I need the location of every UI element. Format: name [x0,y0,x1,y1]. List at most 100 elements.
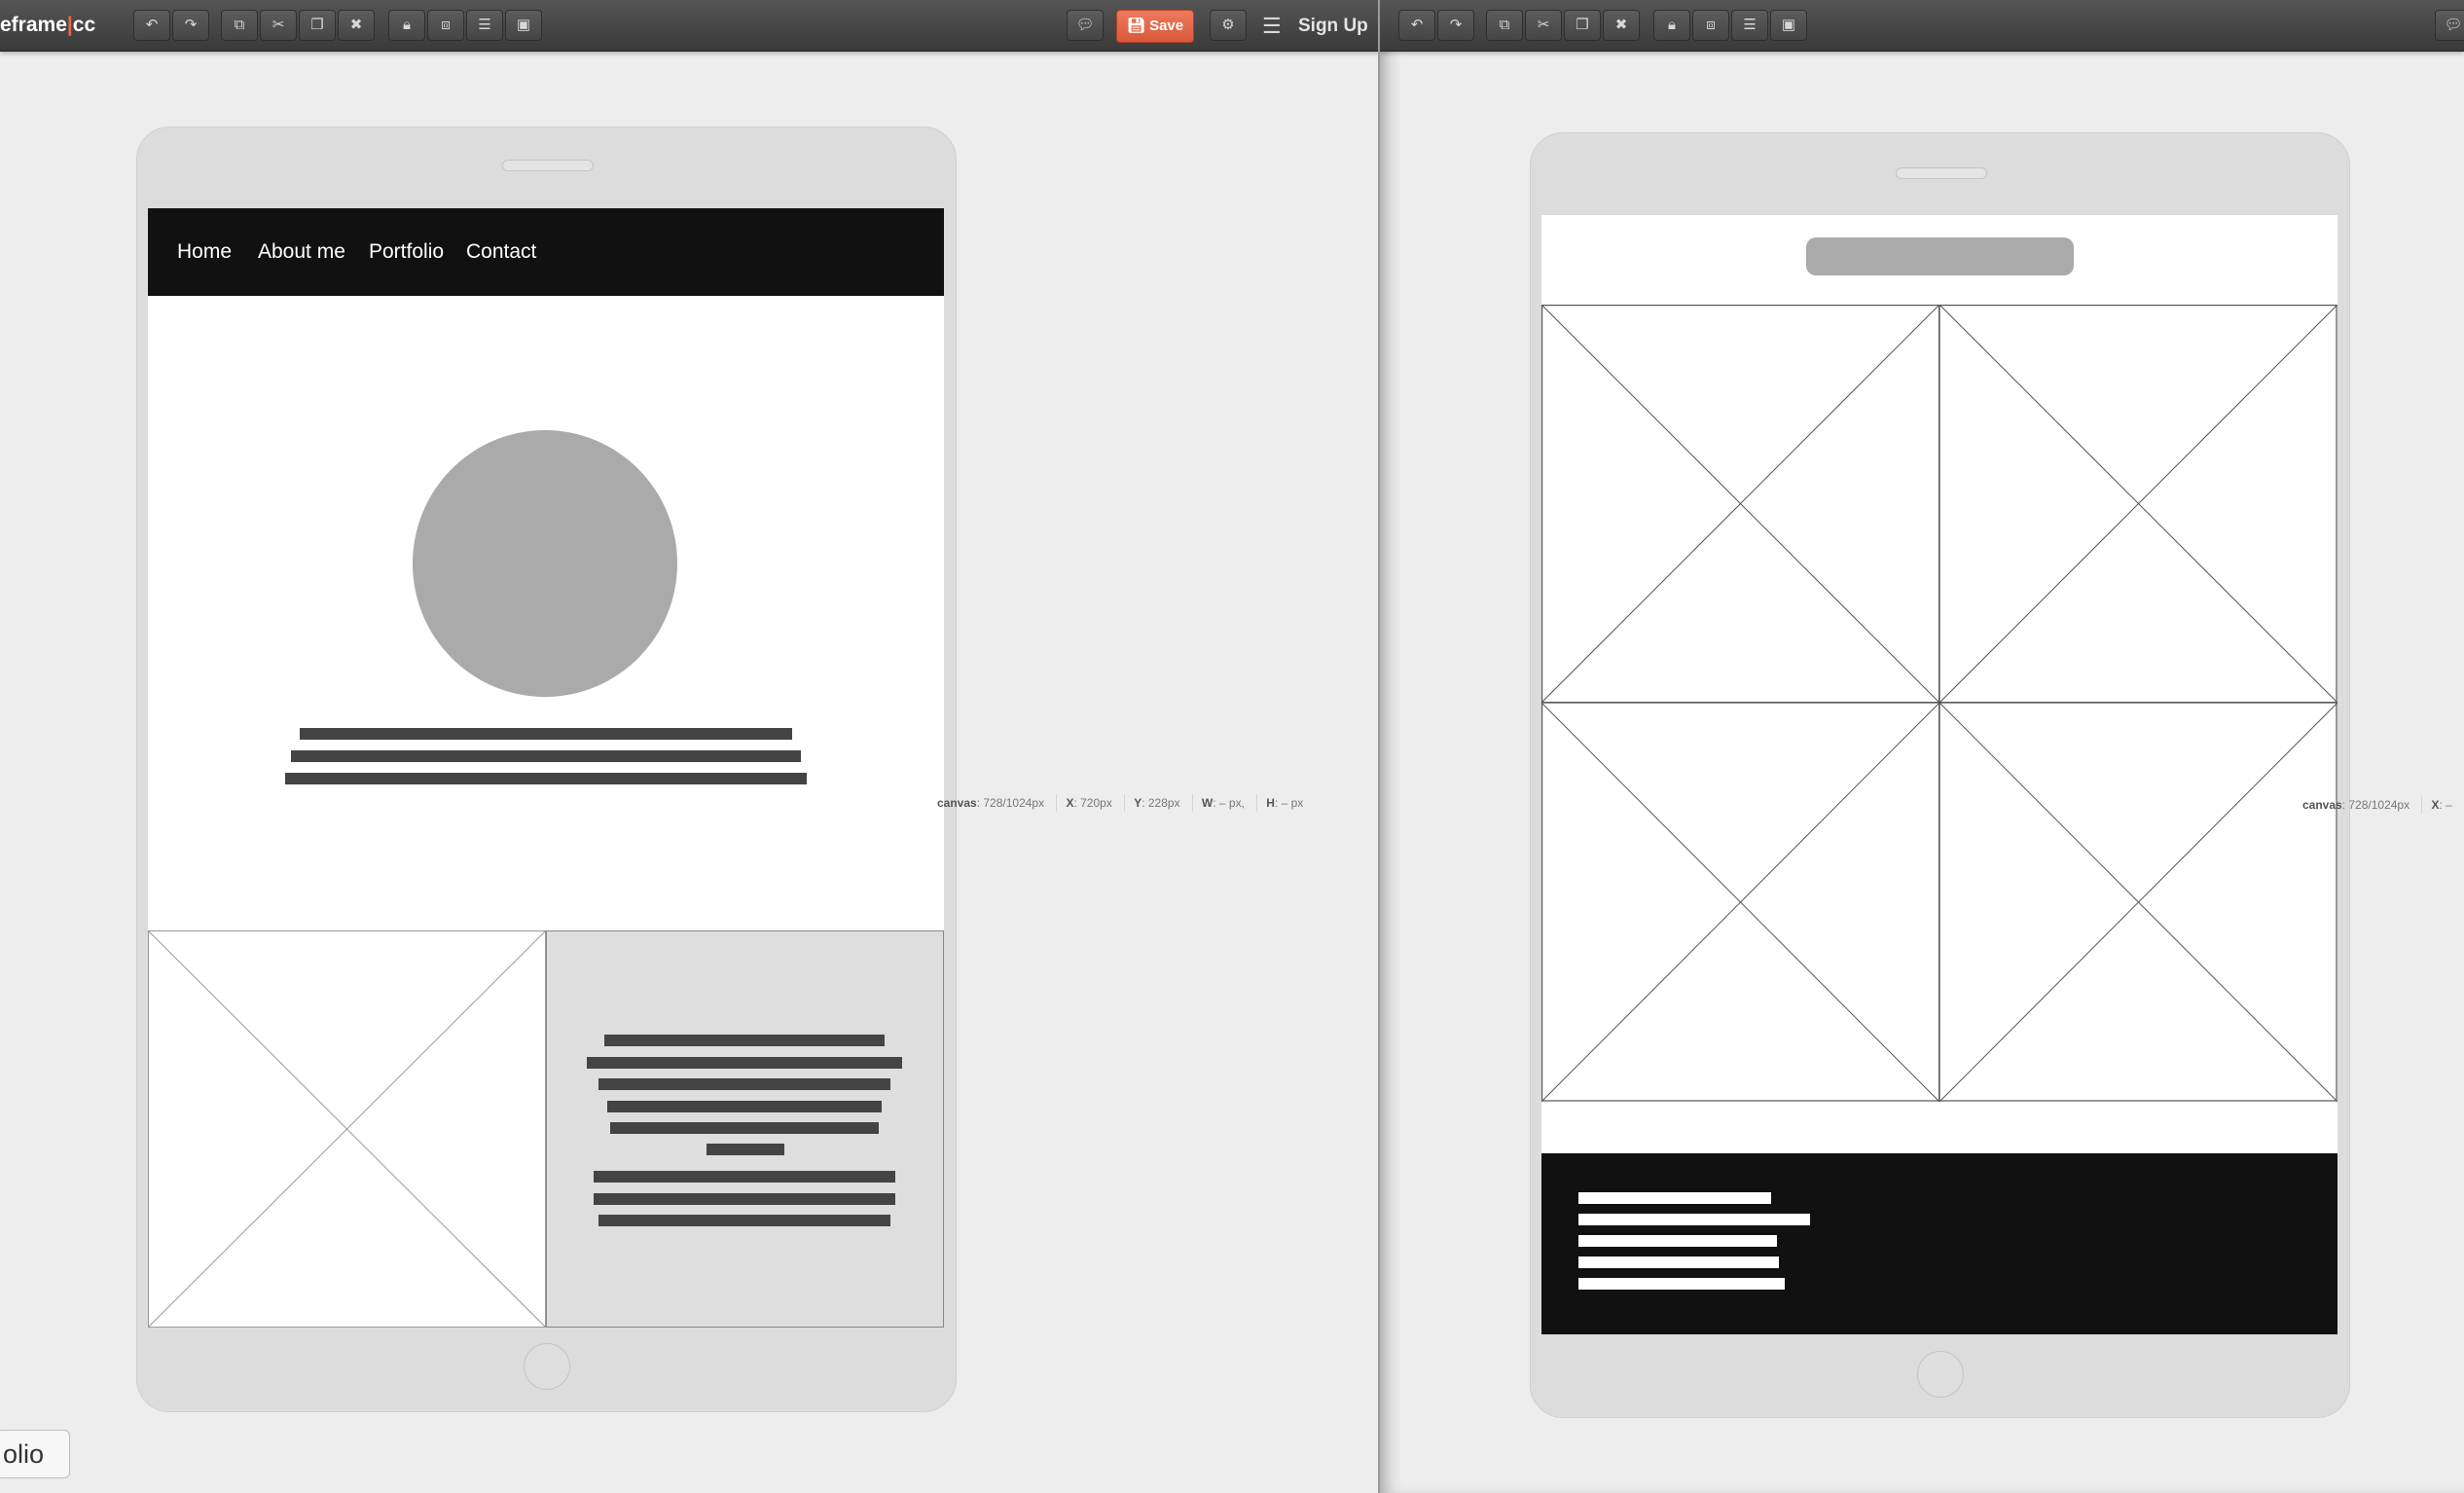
nav-link-portfolio[interactable]: Portfolio [369,240,444,264]
undo-button[interactable]: ↶ [1398,10,1435,41]
cut-button[interactable]: ✂ [1525,10,1562,41]
tablet-home-button [1917,1351,1964,1398]
group-button[interactable]: ▣ [1770,10,1807,41]
text-line-placeholder[interactable] [1578,1256,1779,1268]
text-line-placeholder[interactable] [1578,1192,1771,1204]
text-line-placeholder[interactable] [300,728,792,740]
paste-button[interactable]: ❐ [299,10,336,41]
text-line-placeholder[interactable] [1578,1278,1785,1290]
delete-icon: ✖ [349,17,363,33]
group-button[interactable]: ▣ [505,10,542,41]
header-placeholder[interactable] [1806,237,2074,275]
logo-text-suffix: cc [72,14,96,36]
comment-button[interactable]: 💬︎ [2435,10,2464,41]
text-line-placeholder[interactable] [598,1078,890,1090]
tablet-home-button [524,1343,570,1390]
canvas-status-bar: canvas: 728/1024px X: – [2294,796,2461,814]
text-line-placeholder[interactable] [1578,1214,1810,1225]
left-toolbar: eframe|cc ↶ ↷ ⧉ ✂ ❐ ✖ 🔒︎ ⧈ ☰ ▣ 💬︎ 💾︎ Sav… [0,0,1380,52]
avatar-placeholder[interactable] [413,430,677,697]
lock-icon: 🔒︎ [1668,17,1676,33]
save-button[interactable]: 💾︎ Save [1116,10,1194,43]
paste-button[interactable]: ❐ [1564,10,1601,41]
logo-text-prefix: eframe [0,14,67,36]
copy-icon: ⧉ [234,17,245,33]
image-placeholder[interactable] [148,930,546,1328]
lock-icon: 🔒︎ [403,17,411,33]
x-readout: X: – [2421,796,2460,814]
text-line-placeholder[interactable] [610,1122,879,1134]
undo-icon: ↶ [1410,17,1424,33]
nav-link-home[interactable]: Home [177,240,232,264]
save-icon: 💾︎ [1126,18,1150,34]
signup-link[interactable]: Sign Up [1298,16,1368,37]
lock-button[interactable]: 🔒︎ [1653,10,1690,41]
paste-icon: ❐ [1576,17,1589,33]
text-line-placeholder[interactable] [587,1057,902,1069]
x-readout: X: 720px [1056,794,1120,812]
navbar: Home About me Portfolio Contact [148,208,944,296]
text-line-placeholder[interactable] [594,1193,895,1205]
page-tab-portfolio[interactable]: olio [0,1430,70,1478]
arrange-button[interactable]: ⧈ [427,10,464,41]
height-readout: H: – px [1256,794,1312,812]
copy-button[interactable]: ⧉ [1486,10,1523,41]
width-readout: W: – px, [1191,794,1253,812]
tablet-speaker [1896,167,1987,179]
text-line-placeholder[interactable] [291,750,801,762]
align-button[interactable]: ☰ [466,10,503,41]
cut-icon: ✂ [1537,17,1550,33]
y-readout: Y: 228px [1124,794,1188,812]
undo-icon: ↶ [145,17,159,33]
tablet-screen: Home About me Portfolio Contact [148,208,944,1328]
redo-icon: ↷ [1449,17,1463,33]
cut-button[interactable]: ✂ [260,10,297,41]
tablet-frame [1530,132,2350,1418]
settings-icon: ⚙ [1221,17,1235,33]
redo-button[interactable]: ↷ [172,10,209,41]
align-button[interactable]: ☰ [1731,10,1768,41]
group-icon: ▣ [1781,17,1796,33]
text-line-placeholder[interactable] [607,1101,882,1112]
text-line-placeholder[interactable] [598,1215,890,1226]
tablet-screen [1541,215,2337,1334]
right-editor-pane: ↶ ↷ ⧉ ✂ ❐ ✖ 🔒︎ ⧈ ☰ ▣ 💬︎ canvas: 728/1024… [1380,0,2464,1493]
settings-button[interactable]: ⚙ [1210,10,1247,41]
left-editor-pane: eframe|cc ↶ ↷ ⧉ ✂ ❐ ✖ 🔒︎ ⧈ ☰ ▣ 💬︎ 💾︎ Sav… [0,0,1380,1493]
align-icon: ☰ [1743,17,1757,33]
nav-link-about[interactable]: About me [258,240,345,264]
canvas-status-bar: canvas: 728/1024px X: 720px Y: 228px W: … [928,794,1312,812]
text-line-placeholder[interactable] [1578,1235,1777,1247]
text-line-placeholder[interactable] [285,773,807,784]
copy-icon: ⧉ [1499,17,1510,33]
align-icon: ☰ [478,17,491,33]
group-icon: ▣ [516,17,531,33]
undo-button[interactable]: ↶ [133,10,170,41]
right-toolbar: ↶ ↷ ⧉ ✂ ❐ ✖ 🔒︎ ⧈ ☰ ▣ 💬︎ [1380,0,2464,52]
tablet-frame: Home About me Portfolio Contact [136,127,957,1412]
delete-button[interactable]: ✖ [338,10,375,41]
text-line-placeholder[interactable] [604,1035,885,1046]
menu-icon[interactable]: ☰ [1262,14,1282,39]
save-label: Save [1149,18,1184,34]
redo-button[interactable]: ↷ [1437,10,1474,41]
text-line-placeholder[interactable] [707,1144,784,1155]
image-grid-placeholder[interactable] [1541,305,2337,1102]
comment-button[interactable]: 💬︎ [1067,10,1104,41]
arrange-button[interactable]: ⧈ [1692,10,1729,41]
lock-button[interactable]: 🔒︎ [388,10,425,41]
text-line-placeholder[interactable] [594,1171,895,1183]
tablet-speaker [502,160,594,171]
redo-icon: ↷ [184,17,198,33]
text-panel[interactable] [546,930,944,1328]
canvas-size-readout: canvas: 728/1024px [2302,798,2410,812]
app-logo[interactable]: eframe|cc [0,14,95,37]
delete-button[interactable]: ✖ [1603,10,1640,41]
copy-button[interactable]: ⧉ [221,10,258,41]
comment-icon: 💬︎ [2444,17,2463,33]
arrange-icon: ⧈ [1706,17,1716,33]
delete-icon: ✖ [1614,17,1628,33]
nav-link-contact[interactable]: Contact [466,240,536,264]
arrange-icon: ⧈ [441,17,451,33]
canvas-size-readout: canvas: 728/1024px [937,796,1045,810]
